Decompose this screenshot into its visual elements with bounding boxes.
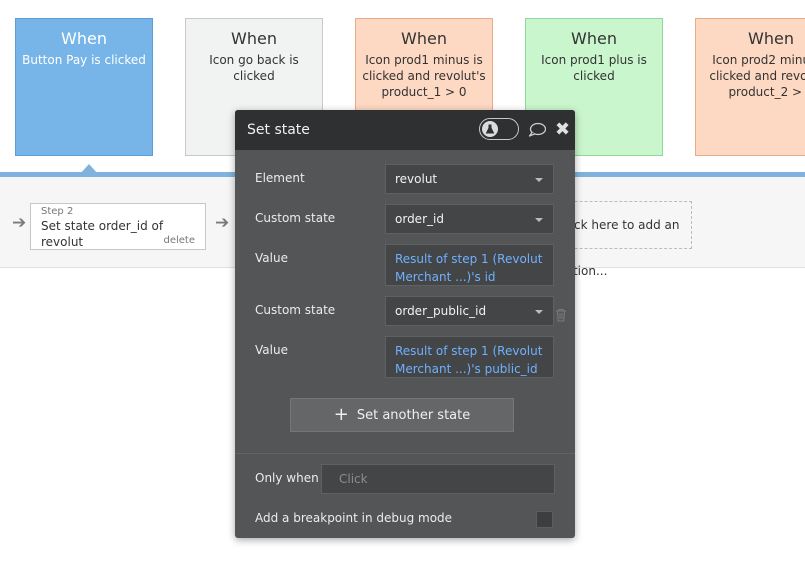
value-2-label: Value: [255, 343, 288, 357]
element-label: Element: [255, 171, 305, 185]
chevron-down-icon: [535, 310, 543, 314]
custom-state-2-label: Custom state: [255, 303, 336, 317]
event-title: When: [401, 29, 447, 48]
workflow-step-card[interactable]: Step 2 Set state order_id of revolut del…: [30, 203, 206, 250]
arrow-right-icon: ➔: [12, 213, 27, 233]
event-title: When: [571, 29, 617, 48]
breakpoint-label: Add a breakpoint in debug mode: [255, 511, 453, 525]
step-number: Step 2: [41, 206, 74, 217]
event-card-button-pay[interactable]: When Button Pay is clicked: [15, 18, 153, 156]
custom-state-label: Custom state: [255, 211, 336, 225]
custom-state-2-value: order_public_id: [395, 304, 487, 318]
flask-icon: [482, 121, 498, 137]
comment-icon[interactable]: [528, 122, 546, 138]
value-2-expression-input[interactable]: Result of step 1 (Revolut Merchant ...)'…: [385, 336, 554, 378]
set-another-state-label: Set another state: [356, 408, 471, 423]
event-description: Icon prod1 plus is clicked: [541, 53, 647, 83]
only-when-label: Only when: [255, 471, 319, 485]
only-when-placeholder: Click: [339, 472, 368, 486]
set-state-panel: Set state ✖ Element revolut Custom state…: [235, 110, 575, 538]
event-description: Button Pay is clicked: [22, 53, 146, 67]
custom-state-2-dropdown[interactable]: order_public_id: [385, 296, 554, 326]
breakpoint-checkbox[interactable]: [536, 511, 553, 528]
close-icon[interactable]: ✖: [555, 120, 570, 140]
event-card-prod2-minus[interactable]: When Icon prod2 minus is clicked and rev…: [695, 18, 805, 156]
only-when-input[interactable]: Click: [321, 464, 555, 494]
custom-state-value: order_id: [395, 212, 444, 226]
element-dropdown[interactable]: revolut: [385, 164, 554, 194]
event-title: When: [61, 29, 107, 48]
chevron-down-icon: [535, 218, 543, 222]
plus-icon: +: [333, 404, 349, 425]
add-action-label: Click here to add an action...: [559, 218, 680, 278]
divider: [235, 453, 575, 454]
trash-icon[interactable]: [555, 308, 567, 322]
panel-title: Set state: [247, 122, 310, 138]
arrow-right-icon: ➔: [215, 213, 230, 233]
value-label: Value: [255, 251, 288, 265]
value-2-expression: Result of step 1 (Revolut Merchant ...)'…: [395, 344, 543, 376]
set-another-state-button[interactable]: + Set another state: [290, 398, 514, 432]
custom-state-dropdown[interactable]: order_id: [385, 204, 554, 234]
step-delete-link[interactable]: delete: [163, 235, 195, 246]
event-title: When: [231, 29, 277, 48]
event-description: Icon prod1 minus is clicked and revolut'…: [362, 53, 486, 99]
event-title: When: [748, 29, 794, 48]
value-expression-input[interactable]: Result of step 1 (Revolut Merchant ...)'…: [385, 244, 554, 286]
debug-toggle[interactable]: [479, 118, 519, 140]
event-description: Icon prod2 minus is clicked and revolut'…: [709, 53, 805, 99]
chevron-down-icon: [535, 178, 543, 182]
panel-header: Set state ✖: [235, 110, 575, 150]
value-expression: Result of step 1 (Revolut Merchant ...)'…: [395, 252, 543, 284]
element-value: revolut: [395, 172, 438, 186]
event-description: Icon go back is clicked: [209, 53, 299, 83]
